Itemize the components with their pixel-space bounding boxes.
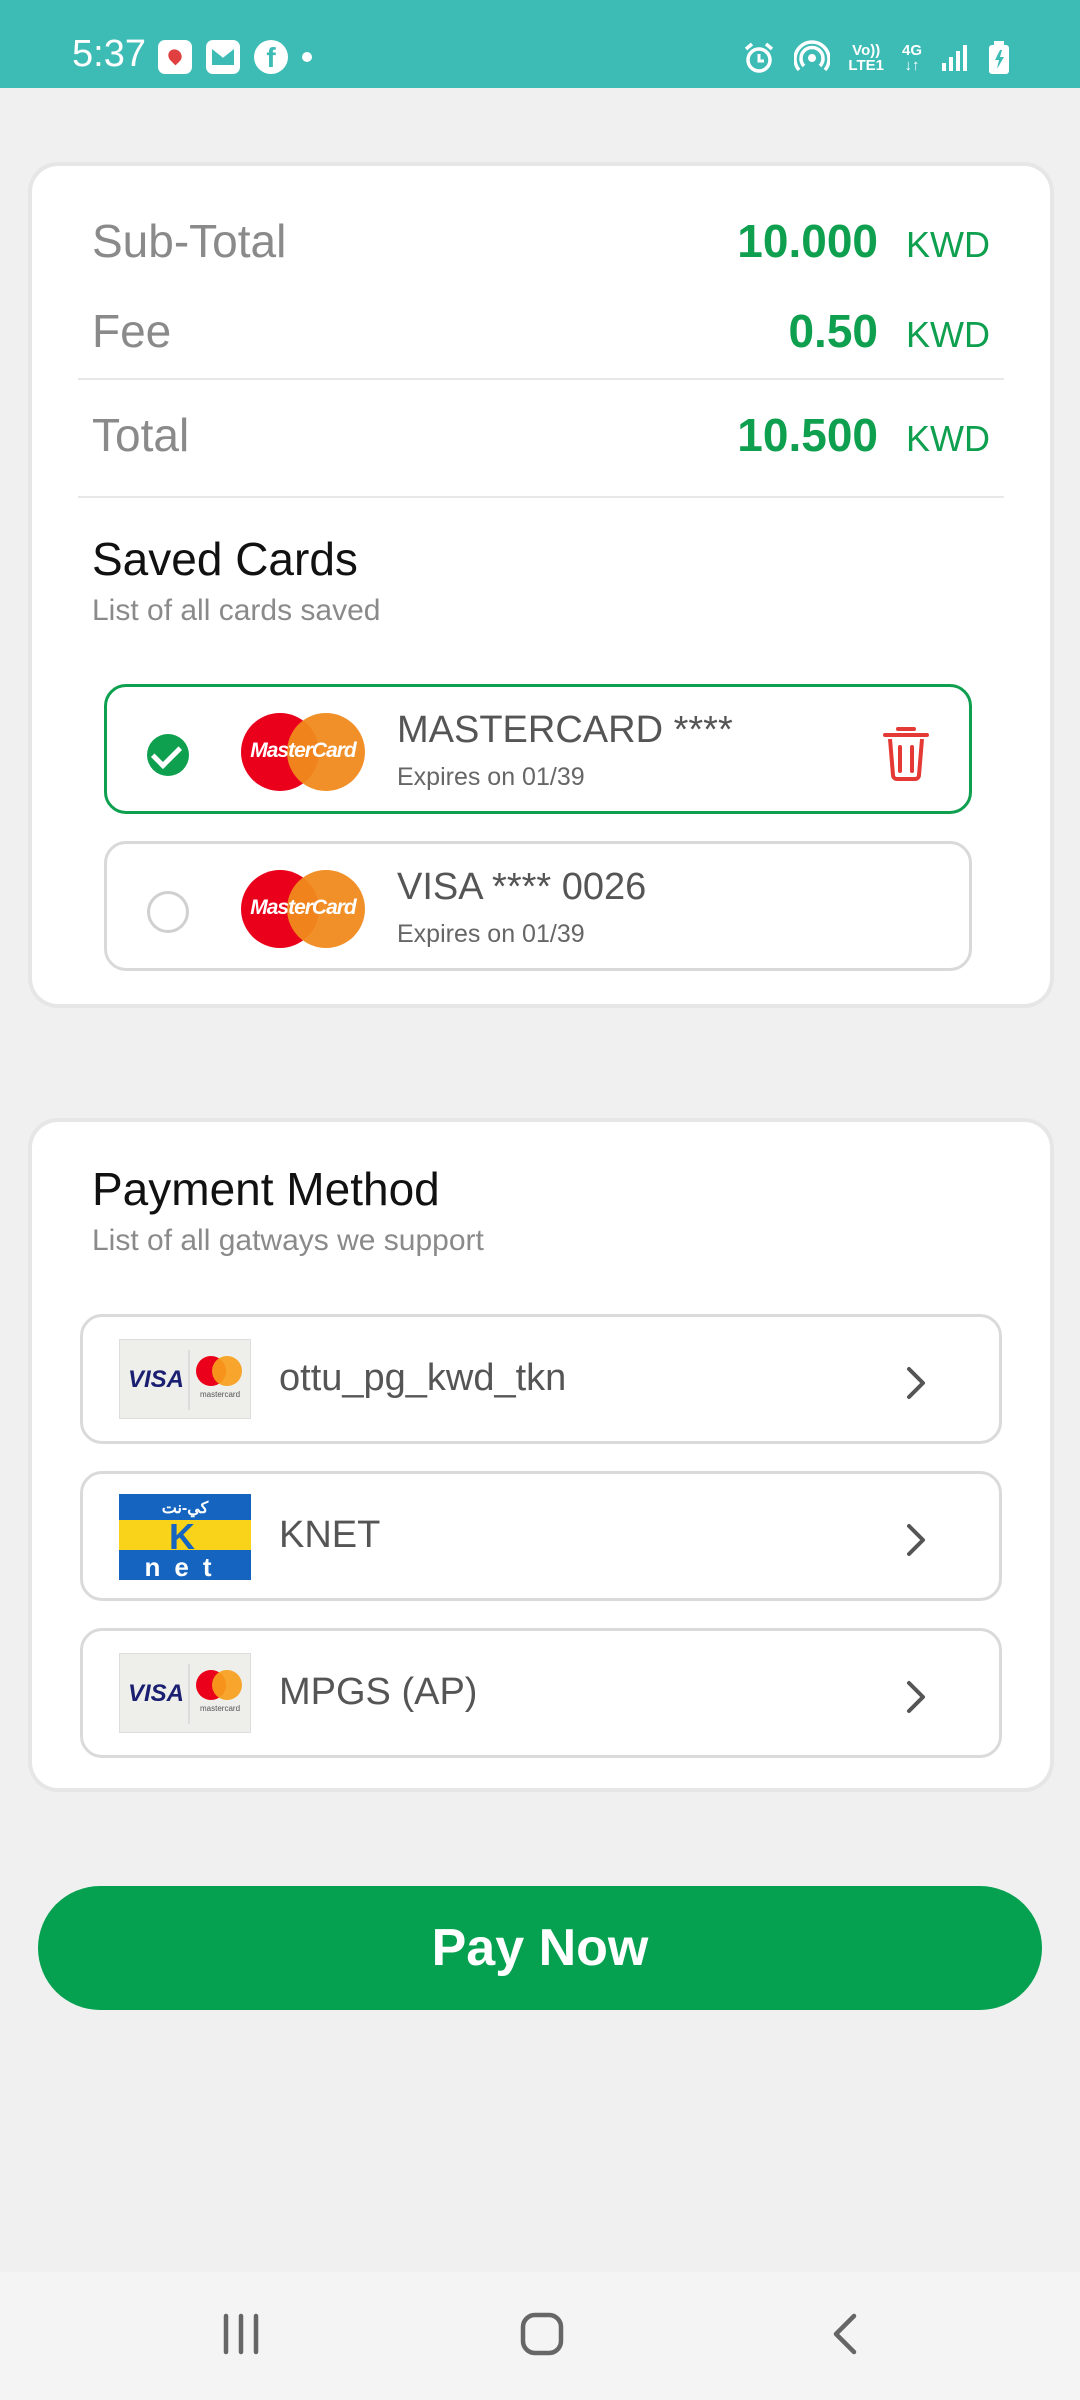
fee-currency: KWD — [906, 314, 990, 355]
visa-mastercard-logo: VISA mastercard — [119, 1653, 251, 1733]
saved-cards-subtitle: List of all cards saved — [92, 594, 381, 627]
back-icon[interactable] — [830, 2312, 860, 2356]
pay-now-button[interactable]: Pay Now — [38, 1886, 1042, 2010]
trash-icon[interactable] — [881, 723, 931, 781]
subtotal-row: Sub-Total 10.000 KWD — [92, 214, 990, 268]
total-row: Total 10.500 KWD — [92, 408, 990, 462]
gateway-item[interactable]: كي-نت K net KNET — [80, 1471, 1002, 1601]
gateway-item[interactable]: VISA mastercard ottu_pg_kwd_tkn — [80, 1314, 1002, 1444]
system-nav-bar — [0, 2272, 1080, 2400]
check-icon[interactable] — [147, 734, 189, 776]
chevron-right-icon — [907, 1681, 925, 1713]
chevron-right-icon — [907, 1524, 925, 1556]
visa-mastercard-logo: VISA mastercard — [119, 1339, 251, 1419]
saved-card-item[interactable]: MasterCard VISA **** 0026 Expires on 01/… — [104, 841, 972, 971]
payment-method-subtitle: List of all gatways we support — [92, 1224, 484, 1257]
card-name: VISA **** 0026 — [397, 866, 647, 908]
total-value: 10.500 — [737, 409, 878, 461]
subtotal-value: 10.000 — [737, 215, 878, 267]
chevron-right-icon — [907, 1367, 925, 1399]
fee-label: Fee — [92, 305, 172, 357]
home-icon[interactable] — [520, 2312, 564, 2356]
network-type-indicator: 4G ↓↑ — [901, 42, 922, 74]
fee-row: Fee 0.50 KWD — [92, 304, 990, 358]
gateway-name: ottu_pg_kwd_tkn — [279, 1357, 567, 1399]
volte-indicator: Vo)) LTE1 — [848, 42, 884, 74]
mastercard-logo: MasterCard — [241, 870, 365, 948]
more-notifications-dot — [302, 52, 312, 62]
maps-icon — [158, 40, 192, 74]
subtotal-label: Sub-Total — [92, 215, 287, 267]
system-icons: Vo)) LTE1 4G ↓↑ — [742, 40, 1010, 76]
mastercard-logo: MasterCard — [241, 713, 365, 791]
knet-logo: كي-نت K net — [119, 1494, 251, 1580]
saved-card-item[interactable]: MasterCard MASTERCARD **** Expires on 01… — [104, 684, 972, 814]
divider — [78, 378, 1004, 380]
facebook-icon: f — [254, 40, 288, 74]
payment-method-title: Payment Method — [92, 1163, 440, 1215]
payment-method-card: Payment Method List of all gatways we su… — [32, 1122, 1050, 1788]
battery-icon — [989, 41, 1009, 74]
status-time: 5:37 — [72, 33, 146, 75]
alarm-icon — [745, 42, 774, 73]
hotspot-icon — [794, 40, 831, 72]
total-label: Total — [92, 409, 190, 461]
recents-icon[interactable] — [220, 2312, 262, 2356]
radio-button[interactable] — [147, 891, 189, 933]
fee-value: 0.50 — [788, 305, 878, 357]
saved-cards-title: Saved Cards — [92, 533, 358, 585]
total-currency: KWD — [906, 418, 990, 459]
card-expiry: Expires on 01/39 — [397, 920, 585, 948]
card-expiry: Expires on 01/39 — [397, 763, 585, 791]
status-bar: 5:37 f Vo)) LTE1 4G ↓↑ — [0, 0, 1080, 88]
notification-icons: f — [158, 40, 312, 74]
mail-icon — [206, 40, 240, 74]
gateway-name: KNET — [279, 1514, 381, 1556]
signal-icon — [942, 45, 967, 71]
card-name: MASTERCARD **** — [397, 709, 733, 751]
gateway-item[interactable]: VISA mastercard MPGS (AP) — [80, 1628, 1002, 1758]
divider — [78, 496, 1004, 498]
gateway-name: MPGS (AP) — [279, 1671, 478, 1713]
order-summary-card: Sub-Total 10.000 KWD Fee 0.50 KWD Total … — [32, 166, 1050, 1004]
subtotal-currency: KWD — [906, 224, 990, 265]
